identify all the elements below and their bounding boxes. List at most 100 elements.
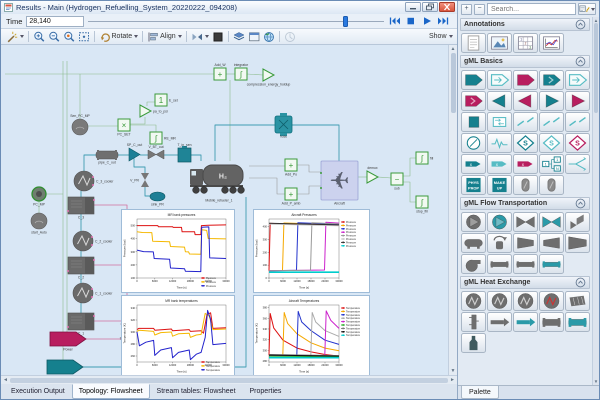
node-C_3_cooler[interactable]: C_3_cooler (74, 171, 114, 191)
play-button[interactable] (420, 16, 434, 27)
palette-item-valve-icon[interactable] (513, 212, 538, 232)
canvas-horizontal-scrollbar[interactable]: ◄► (1, 375, 457, 384)
palette-item-plot-icon[interactable] (539, 33, 564, 53)
node-V_PR[interactable]: V_PR (130, 173, 149, 187)
palette-item-sink-port-icon[interactable] (539, 70, 564, 90)
minimize-button[interactable] (405, 2, 421, 12)
palette-item-cooler-icon[interactable] (461, 291, 486, 311)
palette-item-utility-capsule-icon[interactable] (513, 175, 538, 195)
palette-item-relief-valve-icon[interactable] (565, 212, 590, 232)
palette-item-column-icon[interactable] (461, 312, 486, 332)
palette-item-multiplier-magenta-icon[interactable]: x (513, 154, 538, 174)
palette-item-multiplier-icon[interactable]: x (461, 154, 486, 174)
fill-color-button[interactable] (210, 30, 225, 43)
close-button[interactable] (439, 2, 455, 12)
palette-item-image-icon[interactable] (487, 33, 512, 53)
node-Mobile_refueler_1[interactable]: H₂Mobile_refueler_1 (190, 165, 244, 203)
embedded-chart-mr-bank-temperatures[interactable]: MR bank temperatures06000120001800024000… (121, 295, 235, 375)
node-SP_C_out[interactable]: SP_C_out (127, 143, 143, 161)
node-start_Auto[interactable]: start_Auto (31, 213, 47, 235)
palette-item-jacketed-pipe-icon[interactable] (539, 312, 564, 332)
flowsheet-canvas[interactable]: Bulk_H2_StoragePowerSP_powerC_1C_1_coole… (1, 45, 448, 375)
palette-item-triangle-left-magenta-icon[interactable] (513, 91, 538, 111)
palette-item-text-note-icon[interactable] (461, 33, 486, 53)
palette-item-material-source-icon[interactable] (513, 70, 538, 90)
embedded-chart-aircraft-pressures[interactable]: Aircraft Pressures0600012000180002400030… (253, 209, 370, 293)
node-PC_SET[interactable]: ×PC_SET (117, 119, 130, 137)
section-header-gml-flow-transportation[interactable]: gML Flow Transportation (460, 197, 590, 210)
palette-item-compressor-icon[interactable] (513, 233, 538, 253)
section-header-annotations[interactable]: Annotations (460, 18, 590, 31)
palette-item-triangle-right-teal-icon[interactable] (539, 91, 564, 111)
palette-item-vessel-icon[interactable] (461, 233, 486, 253)
palette-item-solver-diamond-light-icon[interactable]: S (539, 133, 564, 153)
palette-item-material-sink-icon[interactable] (461, 91, 486, 111)
align-button[interactable]: Align (146, 30, 184, 43)
node-hose[interactable]: hose (275, 113, 292, 139)
palette-item-signal-trace-icon[interactable] (487, 133, 512, 153)
palette-item-blower-icon[interactable] (461, 254, 486, 274)
section-header-gml-heat-exchange[interactable]: gML Heat Exchange (460, 276, 590, 289)
search-input[interactable] (487, 3, 576, 15)
node-pa_to_psi[interactable]: pa_to_psi (140, 105, 168, 117)
scroll-up-icon[interactable]: ▲ (451, 46, 456, 52)
node-Add_Po[interactable]: +Add_Po (285, 159, 297, 177)
panel-button[interactable] (246, 30, 261, 43)
node-E_set[interactable]: 1E_set (155, 94, 178, 106)
node-C_2_cooler[interactable]: C_2_cooler (73, 231, 113, 251)
canvas-vertical-scrollbar[interactable]: ▲▼ (448, 45, 457, 375)
collapse-section-button[interactable] (575, 198, 586, 209)
node-compression_energy_holdup[interactable]: compression_energy_holdup (247, 69, 291, 87)
collapse-section-button[interactable] (575, 277, 586, 288)
node-C_2[interactable]: C_2 (67, 257, 95, 280)
palette-item-fired-heater-icon[interactable] (539, 291, 564, 311)
node-Aircraft[interactable]: ✈Aircraft (320, 161, 358, 206)
layers-button[interactable] (231, 30, 246, 43)
time-input[interactable] (26, 16, 84, 27)
node-stop_fill[interactable]: ∫stop_fill (416, 196, 428, 214)
tab-topology-flowsheet[interactable]: Topology: Flowsheet (72, 384, 150, 399)
node-T_in_sen[interactable]: T_in_sen (178, 143, 192, 162)
node-pipe_C_out[interactable]: pipe_C_out (96, 150, 118, 165)
zoom-fit-button[interactable] (76, 30, 91, 43)
scroll-left-icon[interactable]: ◄ (3, 377, 8, 383)
palette-item-rotary-valve-icon[interactable] (487, 233, 512, 253)
palette-item-make-up-icon[interactable]: MAKEUP (487, 175, 512, 195)
embedded-chart-mr-bank-pressures[interactable]: MR bank pressures06000120001800024000300… (121, 209, 235, 293)
palette-item-connector-break3-icon[interactable] (565, 112, 590, 132)
embedded-chart-aircraft-temperatures[interactable]: Aircraft Temperatures0600012000180002400… (253, 295, 370, 375)
skip-start-button[interactable] (388, 16, 402, 27)
tab-palette[interactable]: Palette (461, 386, 499, 399)
palette-item-plate-hx-icon[interactable] (565, 291, 590, 311)
collapse-section-button[interactable] (575, 19, 586, 30)
pointer-tool-button[interactable] (4, 30, 25, 43)
node-V_BT_out[interactable]: V_BT_out (148, 145, 164, 159)
palette-item-utility-capsule2-icon[interactable] (539, 175, 564, 195)
palette-item-valve-active-icon[interactable] (539, 212, 564, 232)
palette-item-pipe-active-icon[interactable] (539, 254, 564, 274)
tab-stream-tables-flowsheet[interactable]: Stream tables: Flowsheet (150, 384, 243, 399)
palette-item-solver-diamond-magenta-icon[interactable]: S (565, 133, 590, 153)
palette-item-signal-sink-icon[interactable] (565, 70, 590, 90)
palette-item-pump-icon[interactable] (461, 212, 486, 232)
node-Bulk_H2_Storage[interactable]: Bulk_H2_Storage (47, 360, 83, 375)
rotate-button[interactable]: Rotate (97, 30, 140, 43)
palette-item-source-port-icon[interactable] (461, 70, 486, 90)
skip-end-button[interactable] (436, 16, 450, 27)
palette-item-jacketed-pipe-active-icon[interactable] (565, 312, 590, 332)
node-integrator[interactable]: ∫integrator (234, 63, 249, 80)
stop-button[interactable] (404, 16, 418, 27)
section-header-gml-basics[interactable]: gML Basics (460, 55, 590, 68)
node-fill[interactable]: ∫fill (416, 152, 433, 164)
expand-all-button[interactable]: + (461, 4, 472, 15)
palette-item-heat-exchanger-icon[interactable] (513, 291, 538, 311)
palette-item-solver-diamond-icon[interactable]: S (513, 133, 538, 153)
zoom-in-button[interactable] (31, 30, 46, 43)
palette-item-heater-icon[interactable] (487, 291, 512, 311)
palette-item-pipe-icon[interactable] (487, 254, 512, 274)
palette-item-table-icon[interactable]: 123 (513, 33, 538, 53)
palette-item-duct-icon[interactable] (487, 312, 512, 332)
node-C_1_cooler[interactable]: C_1_cooler (73, 283, 113, 303)
compass-button[interactable] (282, 30, 297, 43)
scroll-right-icon[interactable]: ► (450, 377, 455, 383)
